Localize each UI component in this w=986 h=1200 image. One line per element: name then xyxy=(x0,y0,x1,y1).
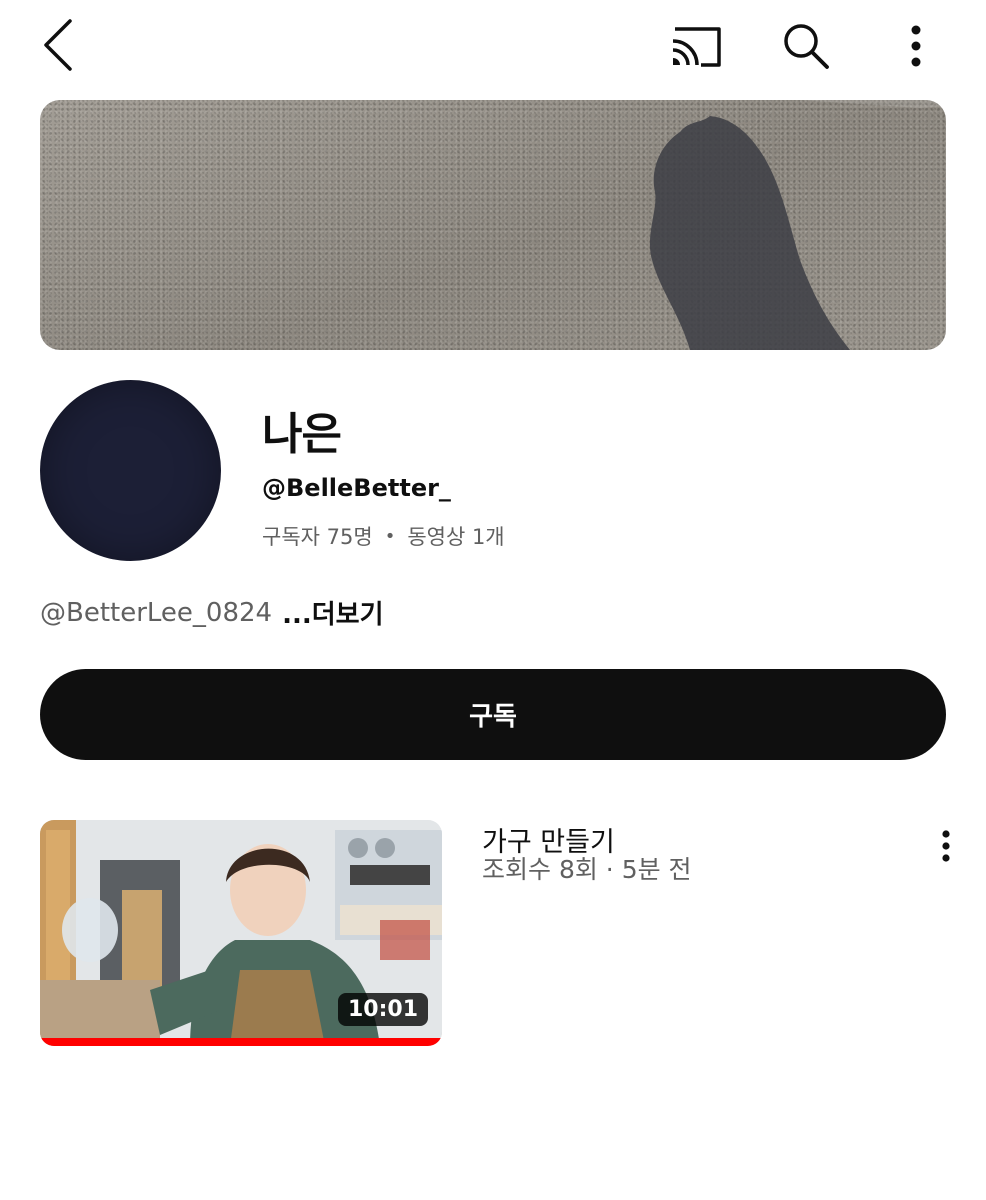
video-duration: 10:01 xyxy=(337,993,428,1026)
search-icon xyxy=(784,24,829,69)
show-more-link[interactable]: ...더보기 xyxy=(282,594,383,631)
top-app-bar xyxy=(0,0,986,90)
video-meta: 조회수 8회 · 5분 전 xyxy=(482,855,692,884)
subscribe-button[interactable]: 구독 xyxy=(40,669,946,760)
search-button[interactable] xyxy=(776,16,836,76)
stats-separator: • xyxy=(384,525,396,547)
video-more-button[interactable] xyxy=(928,822,964,870)
subscriber-count: 구독자 75명 xyxy=(262,525,373,549)
chevron-left-icon xyxy=(44,19,72,71)
more-vertical-icon xyxy=(942,830,950,862)
more-vertical-icon xyxy=(911,25,921,67)
banner-shadow-image xyxy=(649,100,946,350)
channel-description[interactable]: @BetterLee_0824 ...더보기 xyxy=(40,594,384,631)
channel-name: 나은 xyxy=(262,409,342,460)
more-options-button[interactable] xyxy=(890,16,942,76)
cast-icon xyxy=(672,27,721,67)
video-thumbnail[interactable]: 10:01 xyxy=(40,820,442,1046)
video-count: 동영상 1개 xyxy=(407,525,505,549)
channel-avatar[interactable] xyxy=(40,380,221,561)
video-list-item[interactable]: 10:01 가구 만들기 조회수 8회 · 5분 전 xyxy=(40,820,950,1050)
watch-progress-bar xyxy=(40,1038,442,1046)
back-button[interactable] xyxy=(30,12,90,78)
channel-banner xyxy=(40,100,946,350)
channel-stats: 구독자 75명 • 동영상 1개 xyxy=(262,521,505,551)
description-text: @BetterLee_0824 xyxy=(40,597,273,628)
channel-handle: @BelleBetter_ xyxy=(262,474,451,502)
cast-button[interactable] xyxy=(664,18,726,74)
